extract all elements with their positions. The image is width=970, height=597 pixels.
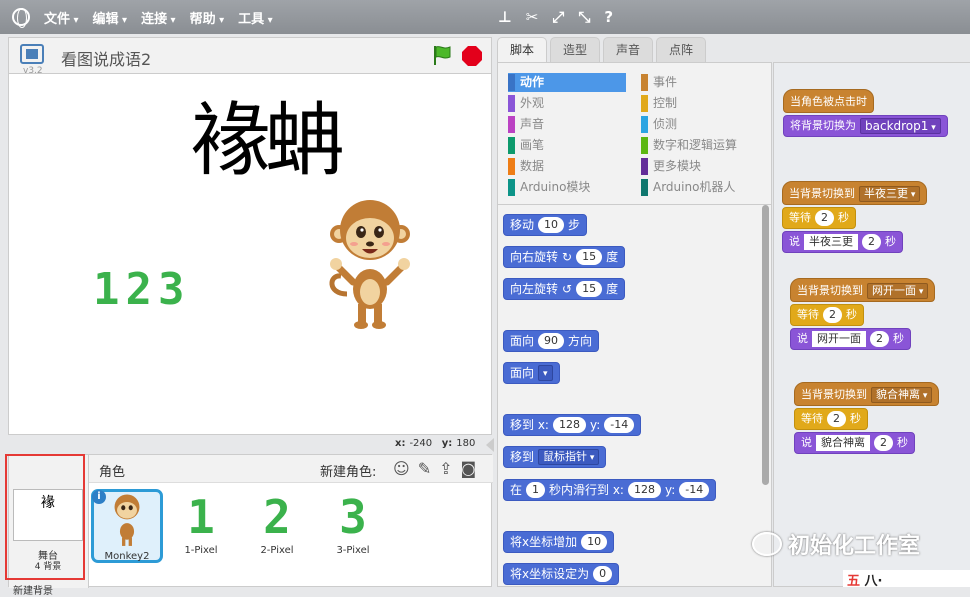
choose-sprite-library-icon[interactable]: ☺ xyxy=(393,459,410,478)
mouse-coordinates: x: -240 y: 180 xyxy=(395,438,476,449)
script3-wait[interactable]: 等待 2 秒 xyxy=(790,304,864,326)
sprite-header: 角色 新建角色: ☺ ✎ ⇪ ◙ xyxy=(89,455,493,483)
block-move-steps[interactable]: 移动 10 步 xyxy=(503,214,588,236)
coord-y: 180 xyxy=(456,438,476,449)
duplicate-stamp-icon[interactable]: ⊥ xyxy=(498,8,512,26)
stage-canvas[interactable]: 褖蚺 123 xyxy=(8,73,492,435)
category-events[interactable]: 事件 xyxy=(641,73,759,92)
sprite-name: 3-Pixel xyxy=(336,545,370,556)
rotate-cw-icon: ↻ xyxy=(562,250,573,264)
category-sensing[interactable]: 侦测 xyxy=(641,115,759,134)
block-turn-right[interactable]: 向右旋转 ↻ 15 度 xyxy=(503,246,626,268)
green-flag-icon[interactable] xyxy=(431,44,453,66)
block-turn-left[interactable]: 向左旋转 ↺ 15 度 xyxy=(503,278,626,300)
block-point-towards[interactable]: 面向 xyxy=(503,362,560,384)
category-control[interactable]: 控制 xyxy=(641,94,759,113)
camera-icon[interactable]: ◙ xyxy=(461,459,477,478)
sprite-thumb-monkey2[interactable]: i Monkey2 xyxy=(91,489,163,563)
shrink-icon[interactable]: ⤡ xyxy=(578,8,590,26)
category-sound[interactable]: 声音 xyxy=(508,115,626,134)
menu-file[interactable]: 文件 xyxy=(44,8,79,27)
script2-hat[interactable]: 当背景切换到 半夜三更 xyxy=(782,181,928,205)
new-sprite-label: 新建角色: xyxy=(320,465,377,480)
rotate-ccw-icon: ↺ xyxy=(562,282,573,296)
script3-hat[interactable]: 当背景切换到 网开一面 xyxy=(790,278,936,302)
wechat-icon xyxy=(752,532,782,556)
script4-hat[interactable]: 当背景切换到 貌合神离 xyxy=(794,382,940,406)
block-set-x[interactable]: 将x坐标设定为 0 xyxy=(503,563,620,585)
category-looks[interactable]: 外观 xyxy=(508,94,626,113)
highlight-box xyxy=(5,454,85,580)
fullscreen-icon[interactable] xyxy=(20,44,44,64)
script4-wait[interactable]: 等待 2 秒 xyxy=(794,408,868,430)
block-goto-xy[interactable]: 移到 x: 128 y: -14 xyxy=(503,414,642,436)
menu-tools[interactable]: 工具 xyxy=(238,8,273,27)
category-arduino-robot[interactable]: Arduino机器人 xyxy=(641,178,771,197)
cursor-tools: ⊥ ✂ ⤢ ⤡ ? xyxy=(498,8,613,26)
stage-idiom-chars: 褖蚺 xyxy=(191,94,345,187)
monkey-thumb xyxy=(114,494,140,546)
script2-wait[interactable]: 等待 2 秒 xyxy=(782,207,856,229)
sprite-thumb-2-pixel[interactable]: 2 2-Pixel xyxy=(241,489,313,563)
sprite-name: Monkey2 xyxy=(104,551,150,562)
sprite-thumb-1-pixel[interactable]: 1 1-Pixel xyxy=(165,489,237,563)
menu-help[interactable]: 帮助 xyxy=(190,8,225,27)
category-motion[interactable]: 动作 xyxy=(508,73,626,92)
project-title[interactable]: 看图说成语2 xyxy=(61,46,151,70)
coord-x: -240 xyxy=(409,438,433,449)
paint-brush-icon[interactable]: ✎ xyxy=(418,459,431,478)
sprites-header-label: 角色 xyxy=(99,465,126,480)
block-glide[interactable]: 在 1 秒内滑行到 x: 128 y: -14 xyxy=(503,479,717,501)
stage-digits: 123 xyxy=(93,264,191,315)
scripts-area[interactable]: 当角色被点击时 将背景切换为backdrop1 当背景切换到半夜三更 等待2秒 … xyxy=(773,62,970,587)
category-arduino[interactable]: Arduino模块 xyxy=(508,178,626,197)
script4-say[interactable]: 说貌合神离 2 秒 xyxy=(794,432,915,454)
stage-header: v3.2 看图说成语2 xyxy=(8,37,492,76)
tab-scripts[interactable]: 脚本 xyxy=(497,37,548,64)
stop-sign-icon[interactable] xyxy=(462,46,482,66)
sprite-thumb-3-pixel[interactable]: 3 3-Pixel xyxy=(317,489,389,563)
tab-costumes[interactable]: 造型 xyxy=(550,37,601,62)
sprite-name: 1-Pixel xyxy=(184,545,218,556)
language-globe-icon[interactable] xyxy=(12,8,30,28)
upload-icon[interactable]: ⇪ xyxy=(439,459,452,478)
block-goto-target[interactable]: 移到 鼠标指针 xyxy=(503,446,607,468)
menu-bar: 文件 编辑 连接 帮助 工具 xyxy=(0,0,970,34)
site-logo: 五 八· xyxy=(843,570,970,589)
chevron-down-icon[interactable] xyxy=(538,365,553,381)
script3-say[interactable]: 说网开一面 2 秒 xyxy=(790,328,911,350)
tab-sounds[interactable]: 声音 xyxy=(603,37,654,62)
script1-hat[interactable]: 当角色被点击时 xyxy=(783,89,874,113)
help-question-icon[interactable]: ? xyxy=(604,8,613,26)
menu-connect[interactable]: 连接 xyxy=(141,8,176,27)
block-categories: 动作 事件 外观 控制 声音 侦测 画笔 数字和逻辑运算 数据 更多模块 Ard… xyxy=(498,63,772,205)
block-change-x[interactable]: 将x坐标增加 10 xyxy=(503,531,615,553)
watermark: 初始化工作室 xyxy=(752,528,920,560)
grow-icon[interactable]: ⤢ xyxy=(552,8,564,26)
sprite-name: 2-Pixel xyxy=(260,545,294,556)
category-data[interactable]: 数据 xyxy=(508,157,626,176)
new-backdrop-label: 新建背景 xyxy=(13,586,53,597)
editor-tabs: 脚本 造型 声音 点阵 xyxy=(497,37,709,64)
script1-switch-backdrop[interactable]: 将背景切换为 backdrop1 xyxy=(783,115,948,137)
block-point-in-direction[interactable]: 面向 90 方向 xyxy=(503,330,600,352)
category-operators[interactable]: 数字和逻辑运算 xyxy=(641,136,771,155)
cut-scissors-icon[interactable]: ✂ xyxy=(526,8,539,26)
menu-edit[interactable]: 编辑 xyxy=(93,8,128,27)
script2-say[interactable]: 说半夜三更 2 秒 xyxy=(782,231,903,253)
category-pen[interactable]: 画笔 xyxy=(508,136,626,155)
info-icon[interactable]: i xyxy=(92,490,106,504)
palette-scrollbar[interactable] xyxy=(762,205,769,485)
tab-matrix[interactable]: 点阵 xyxy=(656,37,707,62)
collapse-arrow-icon[interactable] xyxy=(486,438,494,452)
category-more-blocks[interactable]: 更多模块 xyxy=(641,157,759,176)
block-palette: 动作 事件 外观 控制 声音 侦测 画笔 数字和逻辑运算 数据 更多模块 Ard… xyxy=(497,62,772,587)
monkey-sprite[interactable] xyxy=(325,194,415,329)
